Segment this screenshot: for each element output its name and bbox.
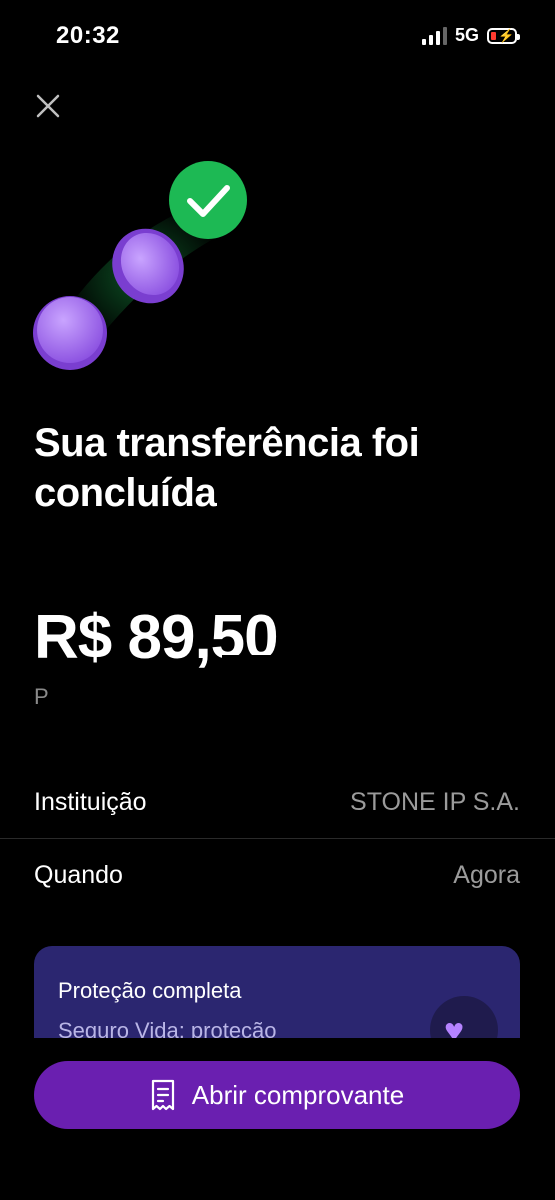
amount-subtext: P (34, 684, 49, 709)
status-indicators: 5G ⚡ (421, 25, 520, 46)
network-label: 5G (454, 25, 479, 45)
detail-row-institution: Instituição STONE IP S.A. (34, 788, 520, 817)
page-title: Sua transferência foi concluída (34, 421, 420, 515)
open-receipt-button[interactable]: Abrir comprovante (34, 1061, 520, 1129)
signal-icon (421, 26, 447, 45)
detail-value: Agora (453, 861, 520, 889)
check-icon (169, 161, 247, 239)
open-receipt-label: Abrir comprovante (191, 1079, 405, 1110)
status-bar: 20:32 5G ⚡ (0, 0, 555, 72)
status-time: 20:32 (56, 22, 120, 49)
amount-obscured-area (222, 655, 272, 669)
promo-title: Proteção completa (58, 978, 242, 1003)
heart-icon: ♥ (430, 996, 498, 1038)
divider (0, 838, 555, 839)
insurance-promo-card[interactable]: Proteção completa Seguro Vida: proteção … (34, 946, 520, 1038)
detail-label: Instituição (34, 788, 147, 816)
detail-label: Quando (34, 861, 123, 889)
detail-row-when: Quando Agora (34, 861, 520, 890)
battery-icon: ⚡ (487, 27, 520, 44)
detail-value: STONE IP S.A. (350, 788, 520, 816)
coin-icon (33, 296, 107, 370)
promo-subtitle: Seguro Vida: proteção (58, 1018, 277, 1038)
success-illustration (0, 140, 300, 390)
receipt-icon (151, 1079, 174, 1111)
close-icon (36, 94, 60, 118)
close-button[interactable] (34, 92, 62, 120)
